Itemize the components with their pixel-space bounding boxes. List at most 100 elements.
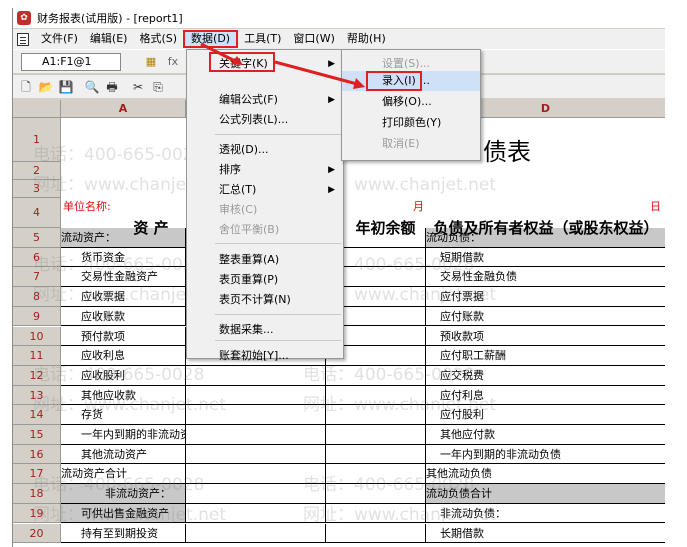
copy-icon[interactable]: ⎘ <box>149 78 167 96</box>
data-menu-item[interactable]: 编辑公式(F) ▶ <box>187 90 343 110</box>
table-cell[interactable]: 货币资金 <box>61 247 186 268</box>
table-cell[interactable] <box>186 444 326 465</box>
data-menu-item[interactable]: 账套初始[Y]... <box>187 346 343 366</box>
table-cell[interactable] <box>186 385 326 406</box>
row-header[interactable]: 14 <box>13 405 61 425</box>
row-header[interactable]: 16 <box>13 444 61 465</box>
data-menu-item[interactable]: 公式列表(L)... <box>187 110 343 130</box>
row-header[interactable]: 11 <box>13 346 61 366</box>
row-header[interactable]: 5 <box>13 228 61 248</box>
table-cell[interactable]: 非流动资产： <box>61 484 186 504</box>
row-header[interactable]: 8 <box>13 287 61 307</box>
table-cell[interactable]: 其他流动负债 <box>426 464 665 485</box>
row-header[interactable]: 15 <box>13 425 61 445</box>
save-icon[interactable]: 💾 <box>57 78 75 96</box>
table-cell[interactable]: 流动资产合计 <box>61 464 186 485</box>
row-header[interactable]: 3 <box>13 180 61 198</box>
cell-reference-box[interactable]: A1:F1@1 <box>21 52 121 71</box>
table-cell[interactable]: 应付票据 <box>426 287 665 307</box>
table-cell[interactable]: 预收款项 <box>426 327 665 347</box>
row-header[interactable]: 12 <box>13 365 61 386</box>
table-cell[interactable]: 应付账款 <box>426 307 665 327</box>
table-cell[interactable] <box>186 425 326 445</box>
menu-file[interactable]: 文件(F) <box>35 30 84 48</box>
row-header[interactable]: 6 <box>13 247 61 268</box>
data-menu-item[interactable]: 整表重算(A) <box>187 250 343 270</box>
table-cell[interactable] <box>326 405 426 425</box>
table-cell[interactable]: 非流动负债： <box>426 504 665 524</box>
table-cell[interactable]: 流动负债合计 <box>426 484 665 504</box>
table-cell[interactable]: 其他应收款 <box>61 385 186 406</box>
table-cell[interactable] <box>186 365 326 386</box>
table-cell[interactable]: 应付股利 <box>426 405 665 425</box>
table-cell[interactable] <box>326 503 426 524</box>
table-cell[interactable] <box>326 385 426 406</box>
data-menu-item[interactable]: 排序 ▶ <box>187 160 343 180</box>
data-menu-item[interactable]: 表页重算(P) <box>187 270 343 290</box>
table-cell[interactable]: 应交税费 <box>426 366 665 386</box>
table-cell[interactable] <box>326 425 426 445</box>
menu-help[interactable]: 帮助(H) <box>341 30 392 48</box>
row-header[interactable]: 2 <box>13 162 61 180</box>
data-menu-item[interactable]: 数据采集... <box>187 320 343 340</box>
table-cell[interactable]: 应收账款 <box>61 306 186 327</box>
row-header[interactable]: 17 <box>13 464 61 485</box>
table-cell[interactable]: 一年内到期的非流动资产 <box>61 425 186 445</box>
table-cell[interactable]: 存货 <box>61 405 186 425</box>
document-icon[interactable] <box>17 32 29 46</box>
table-cell[interactable]: 持有至到期投资 <box>61 523 186 544</box>
table-cell[interactable]: 短期借款 <box>426 248 665 268</box>
corner-cell[interactable] <box>13 100 61 118</box>
table-cell[interactable] <box>326 523 426 544</box>
table-cell[interactable]: 应收利息 <box>61 346 186 366</box>
print-icon[interactable]: 🖶 <box>103 78 121 96</box>
table-cell[interactable] <box>186 405 326 425</box>
table-cell[interactable] <box>186 503 326 524</box>
table-cell[interactable]: 一年内到期的非流动负债 <box>426 445 665 465</box>
table-cell[interactable]: 应收票据 <box>61 287 186 307</box>
menu-data[interactable]: 数据(D) <box>183 30 239 48</box>
function-icon[interactable]: ▦ <box>143 54 159 70</box>
keyword-menu-item[interactable]: 取消(E) <box>342 134 480 154</box>
row-header[interactable]: 10 <box>13 326 61 347</box>
keyword-menu-item[interactable]: 打印颜色(Y) <box>342 113 480 133</box>
table-cell[interactable] <box>326 444 426 465</box>
cut-icon[interactable]: ✂ <box>129 78 147 96</box>
menu-window[interactable]: 窗口(W) <box>287 30 340 48</box>
table-cell[interactable] <box>326 484 426 504</box>
row-header[interactable]: 7 <box>13 267 61 288</box>
data-menu-item[interactable]: 汇总(T) ▶ <box>187 180 343 200</box>
row-header[interactable]: 13 <box>13 385 61 406</box>
table-cell[interactable]: 其他应付款 <box>426 425 665 445</box>
table-cell[interactable] <box>326 365 426 386</box>
table-cell[interactable] <box>186 484 326 504</box>
table-cell[interactable]: 长期借款 <box>426 524 665 544</box>
row-header[interactable]: 4 <box>13 198 61 228</box>
data-menu-item[interactable]: 透视(D)... <box>187 140 343 160</box>
table-cell[interactable] <box>186 464 326 485</box>
table-cell[interactable]: 可供出售金融资产 <box>61 503 186 524</box>
table-cell[interactable]: 其他流动资产 <box>61 444 186 465</box>
data-menu-item[interactable]: 审核(C) <box>187 200 343 220</box>
table-cell[interactable] <box>186 523 326 544</box>
table-cell[interactable] <box>326 464 426 485</box>
row-header[interactable]: 1 <box>13 118 61 162</box>
table-cell[interactable]: 交易性金融资产 <box>61 267 186 288</box>
row-header[interactable]: 9 <box>13 306 61 327</box>
menu-format[interactable]: 格式(S) <box>133 30 183 48</box>
data-menu-item[interactable]: 表页不计算(N) <box>187 290 343 310</box>
keyword-menu-item[interactable]: 偏移(O)... <box>342 92 480 112</box>
row-header[interactable]: 18 <box>13 484 61 504</box>
new-file-icon[interactable]: 🗋 <box>17 78 35 96</box>
table-cell[interactable]: 预付款项 <box>61 326 186 347</box>
formula-icon[interactable]: fx <box>165 54 181 70</box>
menu-edit[interactable]: 编辑(E) <box>84 30 134 48</box>
open-folder-icon[interactable]: 📂 <box>37 78 55 96</box>
row-header[interactable]: 19 <box>13 503 61 524</box>
column-header-a[interactable]: A <box>61 100 186 118</box>
table-cell[interactable]: 应收股利 <box>61 365 186 386</box>
data-menu-item[interactable]: 舍位平衡(B) <box>187 220 343 240</box>
table-cell[interactable]: 应付职工薪酬 <box>426 346 665 366</box>
table-cell[interactable]: 应付利息 <box>426 386 665 406</box>
table-cell[interactable]: 交易性金融负债 <box>426 267 665 288</box>
